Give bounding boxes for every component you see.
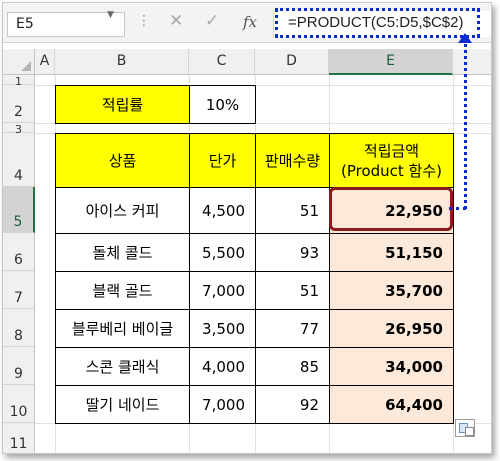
- row-header-7[interactable]: 7: [3, 271, 35, 309]
- row-header-10[interactable]: 10: [3, 385, 35, 423]
- paste-options-icon[interactable]: [455, 419, 475, 437]
- header-amount-line2: (Product 함수): [340, 161, 443, 180]
- select-all-triangle-icon: [21, 61, 31, 71]
- price-cell[interactable]: 4,500: [189, 187, 256, 234]
- product-cell[interactable]: 딸기 네이드: [55, 385, 190, 424]
- row-header-2[interactable]: 2: [3, 85, 35, 123]
- formula-bar-grip-icon[interactable]: ⋮: [137, 13, 151, 29]
- qty-cell[interactable]: 51: [255, 271, 330, 310]
- column-header-c[interactable]: C: [189, 49, 255, 75]
- qty-cell[interactable]: 77: [255, 309, 330, 348]
- product-cell[interactable]: 돌체 콜드: [55, 233, 190, 272]
- product-cell[interactable]: 블랙 골드: [55, 271, 190, 310]
- price-cell[interactable]: 3,500: [189, 309, 256, 348]
- row-header-4[interactable]: 4: [3, 133, 35, 187]
- annotation-arrow-line: [449, 207, 466, 210]
- excel-window: E5 ▼ ⋮ ✕ ✓ fx =PRODUCT(C5:D5,$C$2) A B C…: [2, 2, 492, 454]
- header-amount-cell[interactable]: 적립금액 (Product 함수): [329, 133, 454, 188]
- amount-cell[interactable]: 34,000: [329, 347, 454, 386]
- header-amount-line1: 적립금액: [363, 141, 420, 160]
- column-header-e[interactable]: E: [329, 49, 453, 75]
- price-cell[interactable]: 4,000: [189, 347, 256, 386]
- row-header-11[interactable]: 11: [3, 423, 35, 453]
- column-header-f[interactable]: [453, 49, 491, 75]
- amount-cell[interactable]: 26,950: [329, 309, 454, 348]
- row-header-6[interactable]: 6: [3, 233, 35, 271]
- row-header-1[interactable]: 1: [3, 75, 35, 88]
- formula-highlight-box: [275, 8, 480, 38]
- row-header-9[interactable]: 9: [3, 347, 35, 385]
- rate-value-cell[interactable]: 10%: [189, 85, 256, 124]
- column-header-d[interactable]: D: [255, 49, 329, 75]
- selected-cell-highlight: [329, 187, 453, 231]
- price-cell[interactable]: 7,000: [189, 271, 256, 310]
- amount-cell[interactable]: 64,400: [329, 385, 454, 424]
- amount-cell[interactable]: 51,150: [329, 233, 454, 272]
- column-header-a[interactable]: A: [35, 49, 55, 75]
- header-product-cell[interactable]: 상품: [55, 133, 190, 188]
- check-icon[interactable]: ✓: [205, 11, 219, 31]
- rate-label-cell[interactable]: 적립률: [55, 85, 190, 124]
- product-cell[interactable]: 블루베리 베이글: [55, 309, 190, 348]
- amount-cell[interactable]: 35,700: [329, 271, 454, 310]
- annotation-arrow-line: [464, 39, 467, 209]
- header-qty-cell[interactable]: 판매수량: [255, 133, 330, 188]
- arrow-up-icon: [458, 33, 472, 43]
- qty-cell[interactable]: 92: [255, 385, 330, 424]
- product-cell[interactable]: 스콘 클래식: [55, 347, 190, 386]
- row-header-8[interactable]: 8: [3, 309, 35, 347]
- row-header-5[interactable]: 5: [3, 187, 35, 233]
- price-cell[interactable]: 7,000: [189, 385, 256, 424]
- select-all-corner[interactable]: [3, 49, 35, 75]
- qty-cell[interactable]: 93: [255, 233, 330, 272]
- fx-icon[interactable]: fx: [243, 13, 257, 31]
- column-header-b[interactable]: B: [55, 49, 189, 75]
- header-price-cell[interactable]: 단가: [189, 133, 256, 188]
- chevron-down-icon[interactable]: ▼: [107, 10, 114, 20]
- qty-cell[interactable]: 51: [255, 187, 330, 234]
- close-icon[interactable]: ✕: [169, 11, 183, 31]
- row-header-3[interactable]: 3: [3, 123, 35, 136]
- price-cell[interactable]: 5,500: [189, 233, 256, 272]
- qty-cell[interactable]: 85: [255, 347, 330, 386]
- product-cell[interactable]: 아이스 커피: [55, 187, 190, 234]
